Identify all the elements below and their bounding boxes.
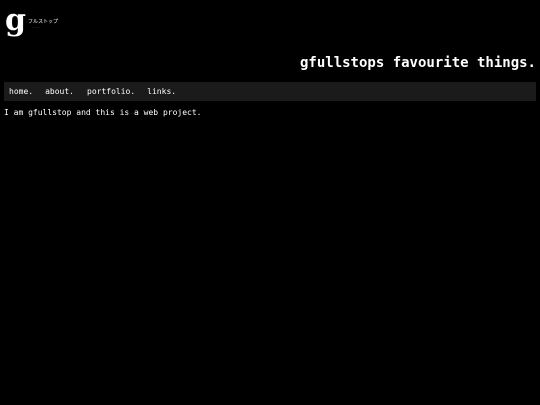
logo-subtext: ··· ··· — [32, 25, 39, 29]
nav-item-links[interactable]: links. — [147, 82, 176, 101]
logo-mark: g — [5, 3, 26, 38]
main-nav: home. about. portfolio. links. — [4, 82, 536, 101]
nav-item-home[interactable]: home. — [9, 82, 33, 101]
nav-item-about[interactable]: about. — [45, 82, 74, 101]
site-logo[interactable]: g フルストップ ··· ··· — [5, 6, 58, 38]
intro-text: I am gfullstop and this is a web project… — [4, 108, 202, 117]
page-title: gfullstops favourite things. — [299, 55, 536, 71]
nav-item-portfolio[interactable]: portfolio. — [87, 82, 135, 101]
